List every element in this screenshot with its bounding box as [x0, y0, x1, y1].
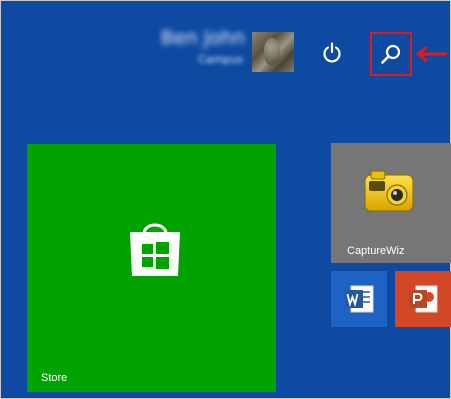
tile-store-label: Store: [41, 372, 68, 384]
tile-word[interactable]: [331, 271, 387, 327]
search-button[interactable]: [370, 32, 412, 76]
tile-store[interactable]: Store: [27, 144, 276, 392]
start-screen: Ben John Campus Store CaptureWiz: [0, 0, 451, 399]
camera-icon: [364, 170, 414, 212]
powerpoint-icon: [409, 285, 438, 313]
power-icon: [323, 42, 341, 63]
tile-capturewiz-label: CaptureWiz: [347, 245, 405, 257]
tile-powerpoint[interactable]: [395, 271, 451, 327]
user-account[interactable]: Campus: [151, 53, 243, 66]
power-button[interactable]: [317, 39, 347, 67]
shopping-bag-windows-icon: [130, 223, 180, 276]
arrow-annotation-icon: [415, 45, 447, 63]
user-name[interactable]: Ben John: [133, 27, 245, 49]
tile-capturewiz[interactable]: CaptureWiz: [331, 143, 451, 263]
avatar[interactable]: [252, 32, 294, 72]
search-icon: [381, 44, 401, 64]
word-icon: [345, 285, 374, 313]
